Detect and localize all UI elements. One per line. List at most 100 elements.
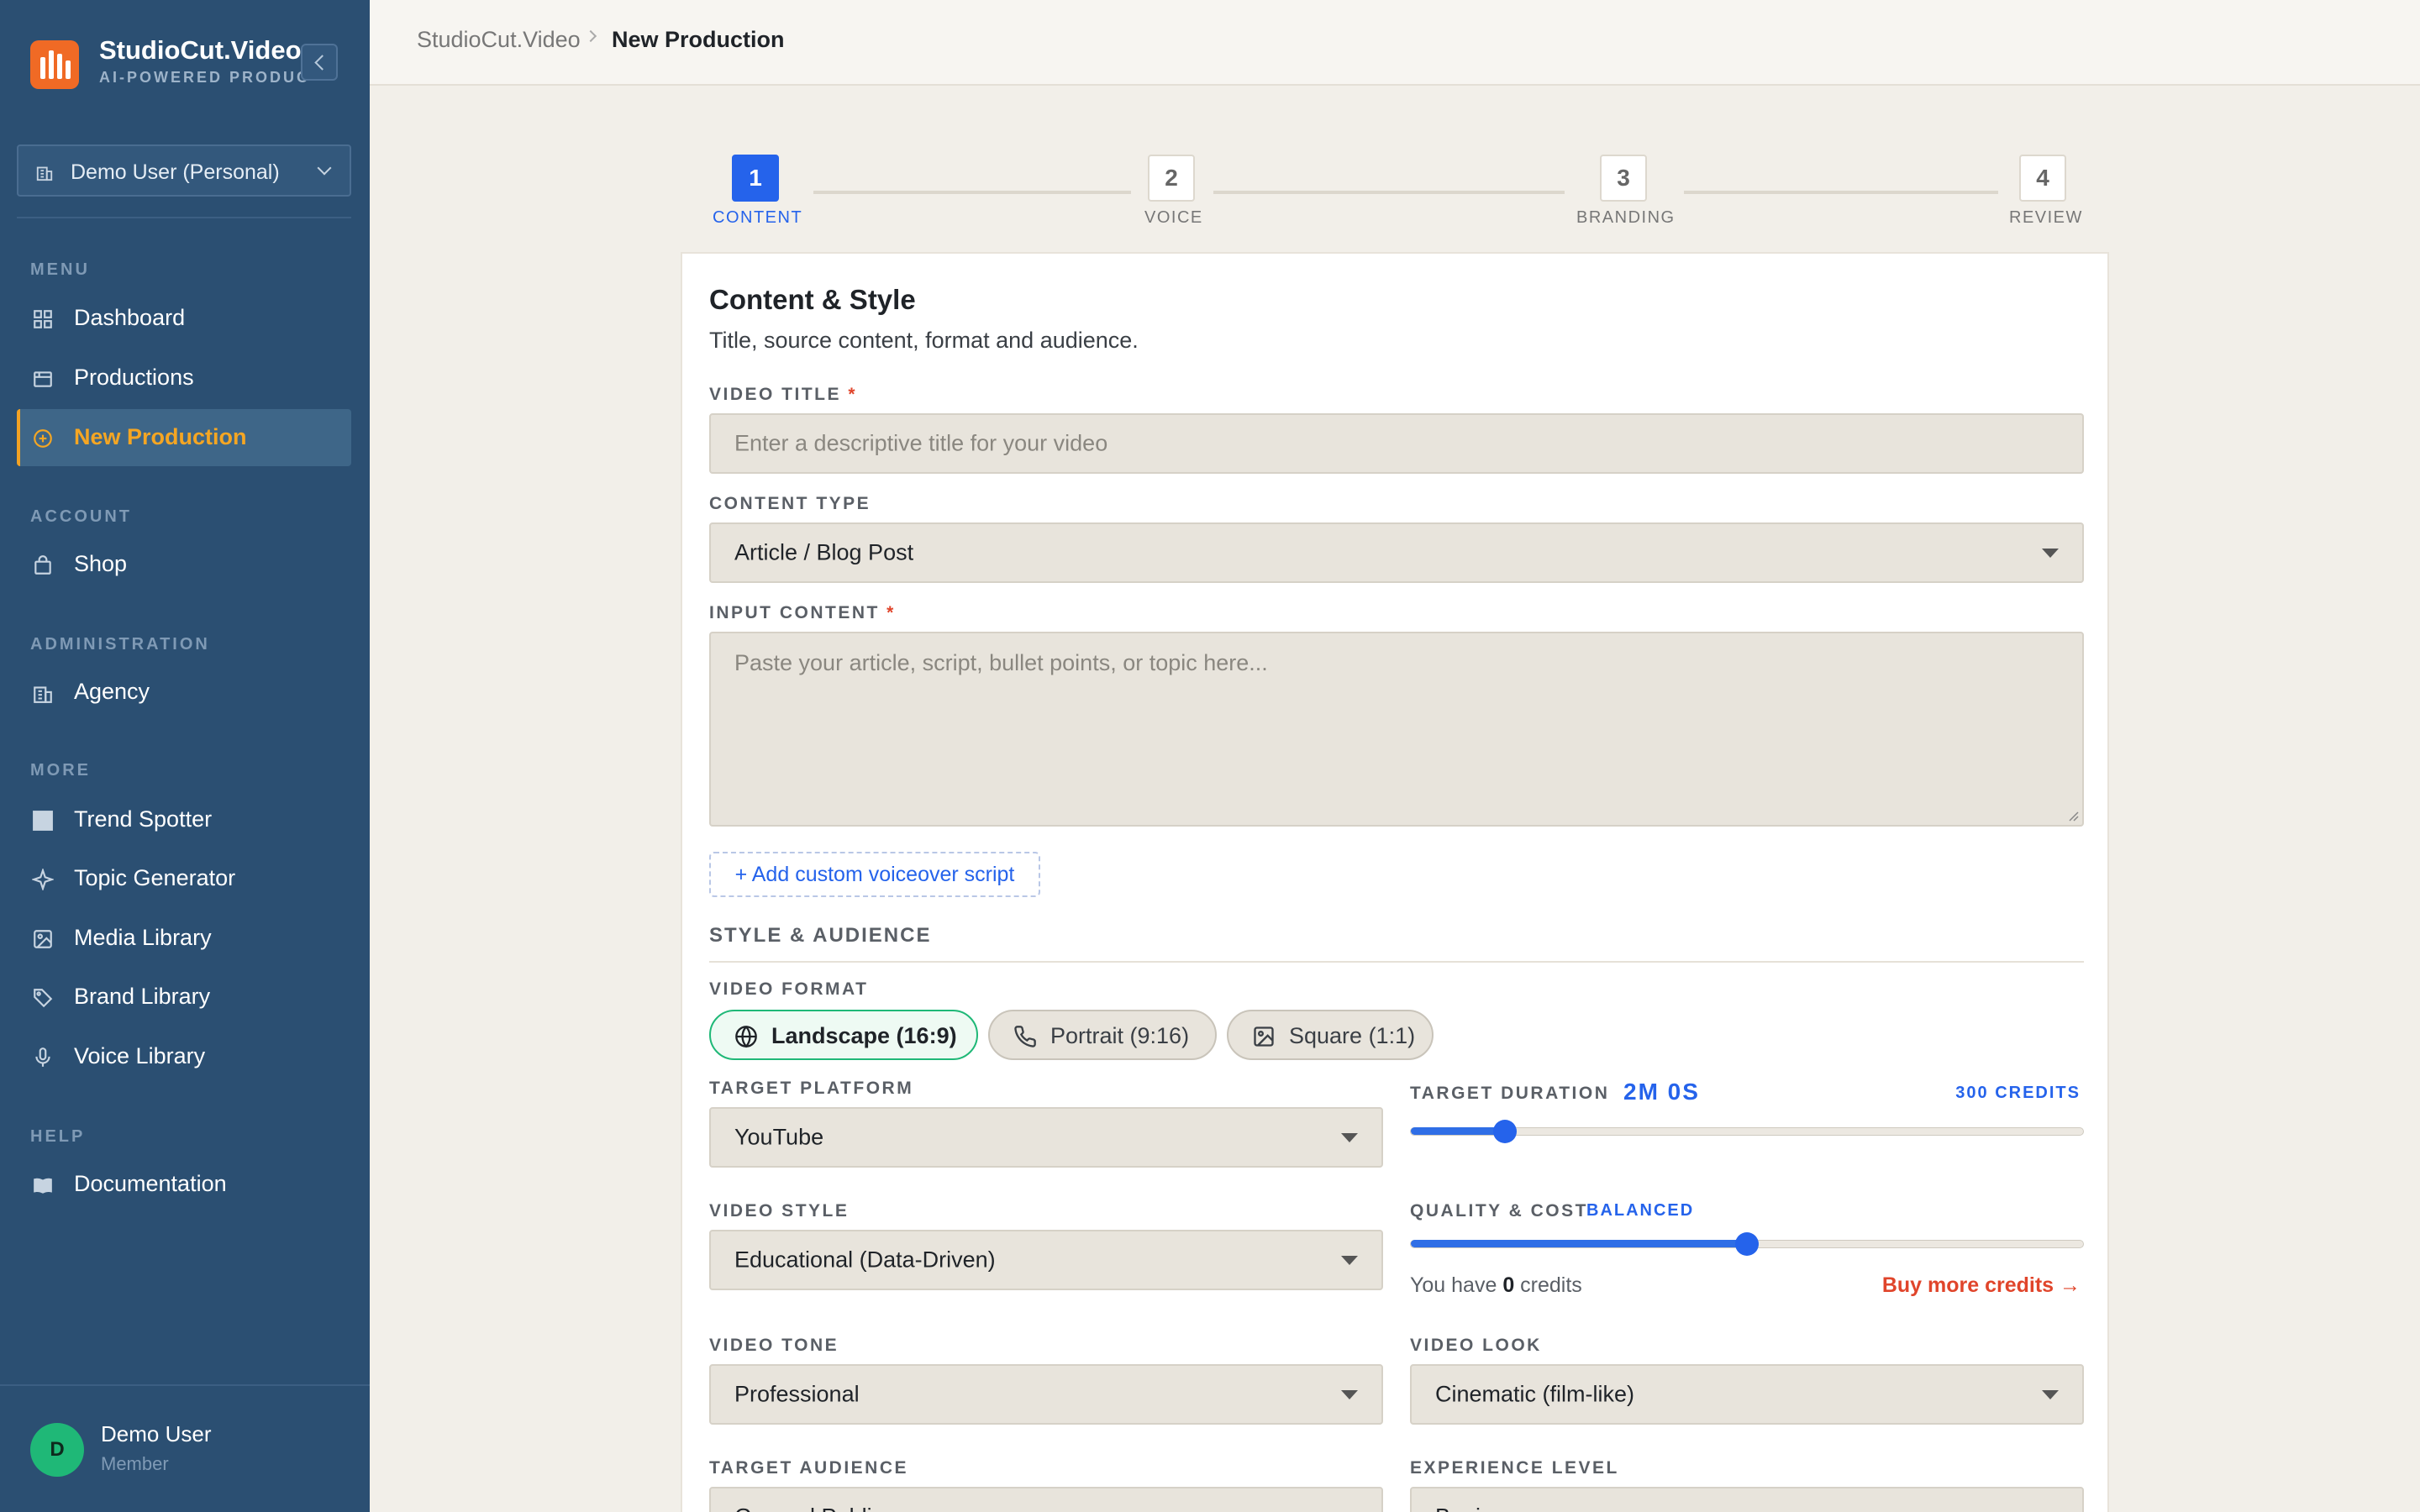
workspace-selector[interactable]: Demo User (Personal) — [17, 144, 351, 197]
grid-icon — [34, 310, 52, 328]
sidebar-item-shop[interactable]: Shop — [17, 536, 351, 593]
sidebar-item-dashboard[interactable]: Dashboard — [17, 290, 351, 347]
sidebar-item-label: Voice Library — [74, 1043, 206, 1068]
video-tone-select[interactable]: Professional — [709, 1364, 1383, 1425]
format-square-label: Square (1:1) — [1289, 1023, 1416, 1048]
target-audience-value: General Public — [734, 1504, 883, 1512]
plus-circle-icon — [34, 429, 52, 448]
shopping-bag-icon — [34, 555, 51, 575]
format-square-option[interactable]: Square (1:1) — [1227, 1010, 1434, 1060]
step-1-label: CONTENT — [713, 208, 803, 227]
breadcrumb-root[interactable]: StudioCut.Video — [417, 27, 581, 53]
video-title-input[interactable]: Enter a descriptive title for your video — [709, 413, 2084, 474]
user-role: Member — [101, 1453, 169, 1474]
resize-handle-icon[interactable] — [2067, 810, 2079, 822]
sidebar-divider — [17, 217, 351, 218]
caret-down-icon — [1341, 1256, 1358, 1265]
video-tone-label: VIDEO TONE — [709, 1336, 839, 1355]
video-look-select[interactable]: Cinematic (film-like) — [1410, 1364, 2084, 1425]
sidebar-item-documentation[interactable]: Documentation — [17, 1156, 351, 1213]
quality-cost-label: QUALITY & COST — [1410, 1201, 1588, 1221]
brand[interactable]: StudioCut.Video AI-POWERED PRODUCTIONS — [30, 34, 341, 94]
card-subtitle: Title, source content, format and audien… — [709, 328, 1139, 353]
caret-down-icon — [2042, 1390, 2059, 1399]
building-icon — [36, 166, 53, 181]
sidebar-item-voice-library[interactable]: Voice Library — [17, 1028, 351, 1085]
input-content-label: INPUT CONTENT * — [709, 603, 896, 622]
target-audience-select[interactable]: General Public — [709, 1487, 1383, 1512]
sidebar-item-media-library[interactable]: Media Library — [17, 910, 351, 967]
step-4-label: REVIEW — [2009, 208, 2083, 227]
step-connector — [813, 191, 1131, 194]
target-duration-value: 2M 0S — [1623, 1079, 1700, 1105]
video-look-label: VIDEO LOOK — [1410, 1336, 1542, 1355]
phone-icon — [1014, 1026, 1036, 1047]
duration-slider[interactable] — [1410, 1120, 2084, 1143]
duration-credit-cost: 300 CREDITS — [1955, 1084, 2081, 1102]
content-type-select[interactable]: Article / Blog Post — [709, 522, 2084, 583]
add-voiceover-script-button[interactable]: + Add custom voiceover script — [709, 852, 1040, 897]
chevron-right-icon — [584, 29, 597, 43]
folder-icon — [34, 371, 52, 387]
quality-slider[interactable] — [1410, 1232, 2084, 1256]
collapse-sidebar-button[interactable] — [301, 44, 338, 81]
sidebar-item-label: Trend Spotter — [74, 806, 213, 832]
square-icon — [33, 811, 53, 831]
video-format-label: VIDEO FORMAT — [709, 979, 869, 999]
quality-cost-value: BALANCED — [1586, 1201, 1695, 1220]
building-icon — [34, 686, 52, 703]
duration-slider-thumb[interactable] — [1493, 1120, 1517, 1143]
caret-down-icon — [1341, 1390, 1358, 1399]
step-1-number[interactable]: 1 — [732, 155, 779, 202]
sidebar-item-new-production[interactable]: New Production — [17, 409, 351, 466]
microphone-icon — [35, 1047, 50, 1067]
sidebar-item-productions[interactable]: Productions — [17, 349, 351, 407]
target-platform-select[interactable]: YouTube — [709, 1107, 1383, 1168]
video-title-label: VIDEO TITLE * — [709, 385, 858, 404]
sidebar-item-brand-library[interactable]: Brand Library — [17, 969, 351, 1026]
duration-slider-fill — [1411, 1127, 1505, 1135]
video-tone-value: Professional — [734, 1381, 860, 1407]
section-label-menu: MENU — [30, 260, 90, 279]
topbar: StudioCut.Video New Production — [370, 0, 2420, 86]
video-style-select[interactable]: Educational (Data-Driven) — [709, 1230, 1383, 1290]
step-2-number[interactable]: 2 — [1148, 155, 1195, 202]
chevron-down-icon — [317, 160, 332, 176]
format-landscape-option[interactable]: Landscape (16:9) — [709, 1010, 978, 1060]
target-audience-label: TARGET AUDIENCE — [709, 1458, 908, 1478]
book-icon — [34, 1178, 52, 1194]
video-look-value: Cinematic (film-like) — [1435, 1381, 1635, 1407]
step-connector — [1213, 191, 1565, 194]
input-content-placeholder: Paste your article, script, bullet point… — [734, 650, 1268, 675]
brand-title: StudioCut.Video — [99, 35, 302, 65]
image-icon — [34, 930, 52, 948]
quality-slider-thumb[interactable] — [1735, 1232, 1759, 1256]
user-profile[interactable]: D Demo User Member — [0, 1384, 370, 1512]
video-style-value: Educational (Data-Driven) — [734, 1247, 996, 1273]
buy-more-credits-link[interactable]: Buy more credits → — [1882, 1273, 2081, 1298]
experience-level-value: Beginner — [1435, 1504, 1526, 1512]
content-type-label: CONTENT TYPE — [709, 494, 871, 513]
step-2-label: VOICE — [1144, 208, 1203, 227]
sidebar-item-label: Brand Library — [74, 984, 211, 1009]
step-4-number[interactable]: 4 — [2019, 155, 2066, 202]
experience-level-select[interactable]: Beginner — [1410, 1487, 2084, 1512]
target-platform-value: YouTube — [734, 1124, 824, 1150]
section-divider — [709, 961, 2084, 963]
credits-balance: You have 0 credits — [1410, 1273, 1582, 1297]
format-portrait-option[interactable]: Portrait (9:16) — [988, 1010, 1217, 1060]
caret-down-icon — [2042, 549, 2059, 558]
sidebar-item-trend-spotter[interactable]: Trend Spotter — [17, 791, 351, 848]
experience-level-label: EXPERIENCE LEVEL — [1410, 1458, 1619, 1478]
sidebar-item-topic-generator[interactable]: Topic Generator — [17, 850, 351, 907]
brand-subtitle: AI-POWERED PRODUCTIONS — [99, 69, 313, 86]
step-3-number[interactable]: 3 — [1600, 155, 1647, 202]
section-label-help: HELP — [30, 1127, 86, 1146]
sidebar-item-agency[interactable]: Agency — [17, 664, 351, 721]
content-style-card: Content & Style Title, source content, f… — [681, 252, 2109, 1512]
sidebar-item-label: New Production — [74, 424, 247, 449]
section-label-more: MORE — [30, 761, 91, 780]
target-duration-label: TARGET DURATION — [1410, 1084, 1610, 1103]
input-content-textarea[interactable]: Paste your article, script, bullet point… — [709, 632, 2084, 827]
globe-icon — [735, 1026, 757, 1048]
